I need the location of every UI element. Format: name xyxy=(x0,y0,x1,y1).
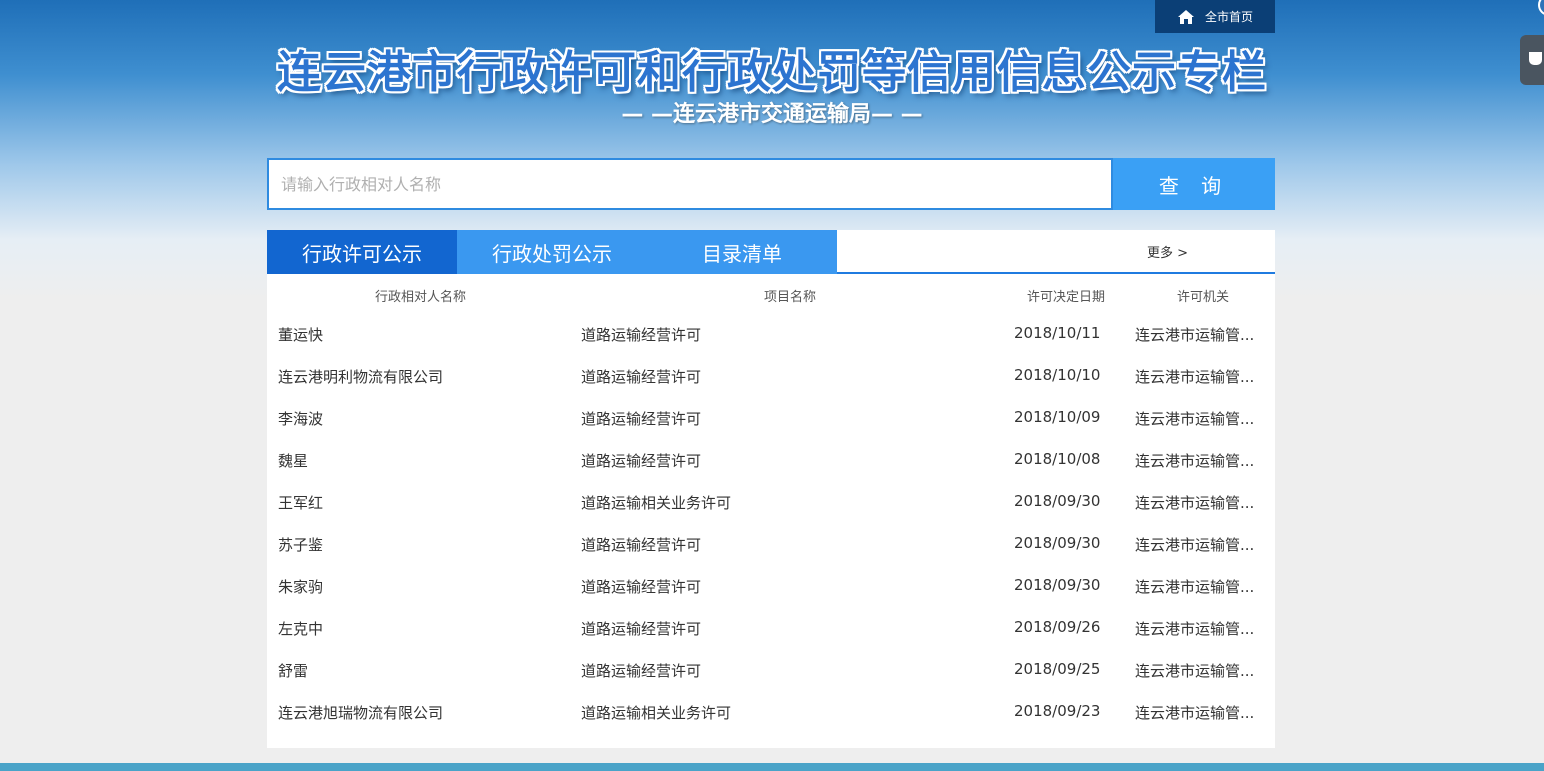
cell-authority: 连云港市运输管... xyxy=(1135,620,1255,638)
cell-date: 2018/09/30 xyxy=(1014,534,1101,552)
table-row[interactable]: 连云港明利物流有限公司 道路运输经营许可 2018/10/10 连云港市运输管... xyxy=(267,354,1275,396)
column-header-date: 许可决定日期 xyxy=(1027,290,1106,305)
cell-authority: 连云港市运输管... xyxy=(1135,536,1255,554)
table-row[interactable]: 朱家驹 道路运输经营许可 2018/09/30 连云港市运输管... xyxy=(267,564,1275,606)
cell-name[interactable]: 连云港旭瑞物流有限公司 xyxy=(278,702,443,723)
home-link-label: 全市首页 xyxy=(1204,10,1253,24)
search-input[interactable] xyxy=(267,158,1113,210)
cell-project: 道路运输经营许可 xyxy=(581,368,702,386)
tab-catalog[interactable]: 目录清单 xyxy=(647,230,837,274)
cell-name[interactable]: 魏星 xyxy=(278,450,308,471)
cell-date: 2018/09/25 xyxy=(1014,660,1101,678)
tab-license[interactable]: 行政许可公示 xyxy=(267,230,457,274)
cell-project: 道路运输相关业务许可 xyxy=(581,494,732,512)
tab-penalty[interactable]: 行政处罚公示 xyxy=(457,230,647,274)
cell-date: 2018/09/30 xyxy=(1014,576,1101,594)
table-row[interactable]: 连云港旭瑞物流有限公司 道路运输相关业务许可 2018/09/23 连云港市运输管..… xyxy=(267,690,1275,732)
cell-project: 道路运输经营许可 xyxy=(581,578,702,596)
cell-name[interactable]: 董运快 xyxy=(278,324,323,345)
column-header-project: 项目名称 xyxy=(764,290,817,305)
cell-project: 道路运输经营许可 xyxy=(581,326,702,344)
cell-date: 2018/10/09 xyxy=(1014,408,1101,426)
table-row[interactable]: 魏星 道路运输经营许可 2018/10/08 连云港市运输管... xyxy=(267,438,1275,480)
table-row[interactable]: 舒雷 道路运输经营许可 2018/09/25 连云港市运输管... xyxy=(267,648,1275,690)
cell-date: 2018/10/10 xyxy=(1014,366,1101,384)
bottom-bar xyxy=(0,763,1544,771)
cell-name[interactable]: 苏子鉴 xyxy=(278,534,323,555)
table-row[interactable]: 左克中 道路运输经营许可 2018/09/26 连云港市运输管... xyxy=(267,606,1275,648)
cell-date: 2018/09/23 xyxy=(1014,702,1101,720)
table-row[interactable]: 王军红 道路运输相关业务许可 2018/09/30 连云港市运输管... xyxy=(267,480,1275,522)
cell-project: 道路运输经营许可 xyxy=(581,662,702,680)
cell-project: 道路运输经营许可 xyxy=(581,620,702,638)
table-row[interactable]: 苏子鉴 道路运输经营许可 2018/09/30 连云港市运输管... xyxy=(267,522,1275,564)
cell-authority: 连云港市运输管... xyxy=(1135,368,1255,386)
page-subtitle: — —连云港市交通运输局— — xyxy=(621,102,923,127)
cell-project: 道路运输经营许可 xyxy=(581,536,702,554)
column-header-authority: 许可机关 xyxy=(1177,290,1230,305)
cell-project: 道路运输相关业务许可 xyxy=(581,704,732,722)
cell-authority: 连云港市运输管... xyxy=(1135,452,1255,470)
cell-authority: 连云港市运输管... xyxy=(1135,326,1255,344)
search-button[interactable]: 查 询 xyxy=(1113,158,1275,210)
cell-authority: 连云港市运输管... xyxy=(1135,662,1255,680)
cell-name[interactable]: 李海波 xyxy=(278,408,323,429)
page-title: 连云港市行政许可和行政处罚等信用信息公示专栏 xyxy=(277,47,1267,98)
cell-authority: 连云港市运输管... xyxy=(1135,704,1255,722)
cell-authority: 连云港市运输管... xyxy=(1135,494,1255,512)
cell-date: 2018/09/30 xyxy=(1014,492,1101,510)
cell-date: 2018/10/08 xyxy=(1014,450,1101,468)
home-link[interactable]: 全市首页 xyxy=(1155,0,1275,33)
table-row[interactable]: 李海波 道路运输经营许可 2018/10/09 连云港市运输管... xyxy=(267,396,1275,438)
cell-name[interactable]: 舒雷 xyxy=(278,660,308,681)
tab-bar: 行政许可公示 行政处罚公示 目录清单 更多 > xyxy=(267,230,1275,274)
home-icon xyxy=(1177,9,1194,24)
search-bar: 查 询 xyxy=(267,158,1275,210)
cell-name[interactable]: 王军红 xyxy=(278,492,323,513)
table-row[interactable]: 董运快 道路运输经营许可 2018/10/11 连云港市运输管... xyxy=(267,312,1275,354)
cell-name[interactable]: 连云港明利物流有限公司 xyxy=(278,366,443,387)
cell-name[interactable]: 左克中 xyxy=(278,618,323,639)
column-header-name: 行政相对人名称 xyxy=(375,290,467,305)
cell-authority: 连云港市运输管... xyxy=(1135,578,1255,596)
cell-project: 道路运输经营许可 xyxy=(581,410,702,428)
cell-project: 道路运输经营许可 xyxy=(581,452,702,470)
cell-name[interactable]: 朱家驹 xyxy=(278,576,323,597)
more-link[interactable]: 更多 > xyxy=(1147,242,1188,261)
cell-date: 2018/09/26 xyxy=(1014,618,1101,636)
cell-date: 2018/10/11 xyxy=(1014,324,1101,342)
cell-authority: 连云港市运输管... xyxy=(1135,410,1255,428)
content-panel: 行政许可公示 行政处罚公示 目录清单 更多 > 行政相对人名称 项目名称 许可决… xyxy=(267,230,1275,748)
